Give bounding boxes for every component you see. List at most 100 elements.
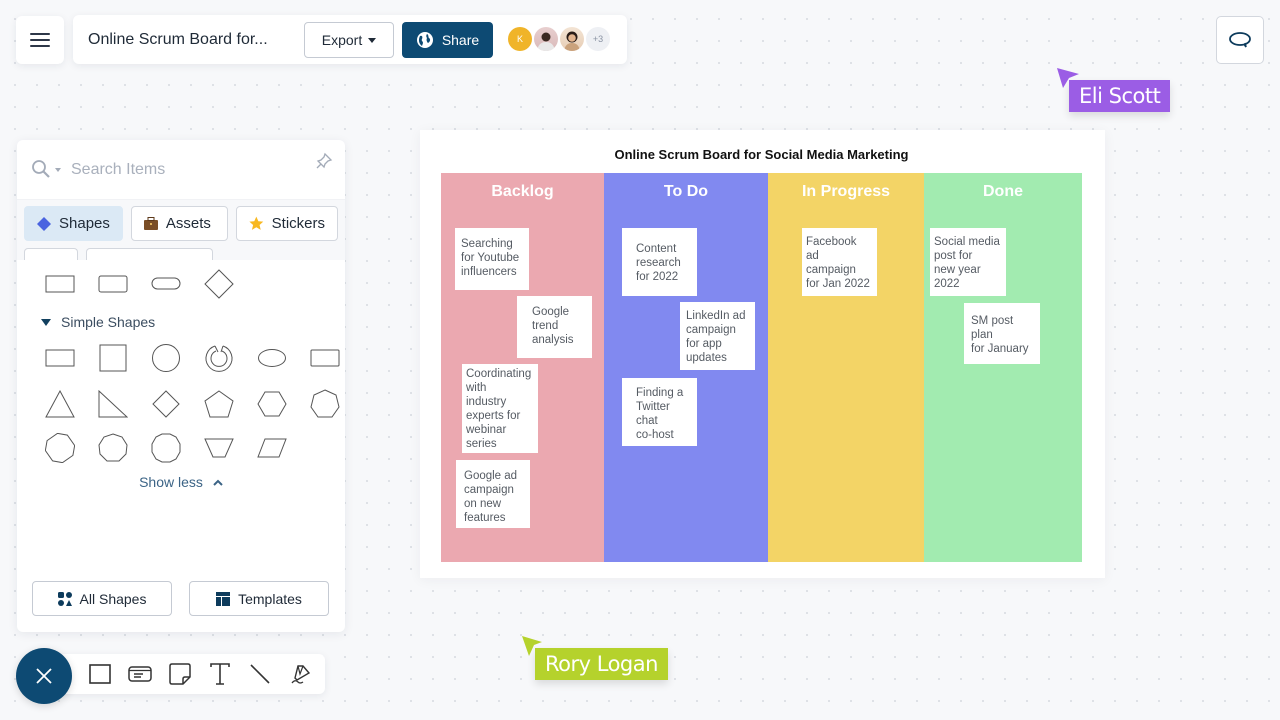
sticky-note[interactable]: Searching for Youtube influencers	[455, 228, 529, 290]
collaborator-cursor-rory-logan: Rory Logan	[520, 634, 668, 680]
avatar[interactable]: K	[508, 27, 532, 51]
shape-circle[interactable]	[139, 342, 192, 374]
sticky-note[interactable]: SM post plan for January	[964, 303, 1040, 364]
column-header: To Do	[663, 183, 709, 200]
sticky-note[interactable]: Facebook ad campaign for Jan 2022	[802, 228, 877, 296]
shapes-library: Simple Shapes Show less	[17, 260, 345, 580]
star-icon	[249, 216, 264, 230]
shape-right-triangle[interactable]	[86, 388, 139, 420]
tab-stickers[interactable]: Stickers	[236, 206, 338, 241]
shape-rounded-rectangle[interactable]	[86, 268, 139, 300]
grid-icon	[57, 591, 72, 606]
tab-assets[interactable]: Assets	[130, 206, 228, 241]
pen-icon	[291, 665, 311, 684]
shape-decagon[interactable]	[139, 432, 192, 464]
simple-shapes-row-3	[33, 432, 298, 464]
rectangle-tool[interactable]	[88, 662, 112, 686]
caret-down-icon	[368, 37, 377, 43]
shape-triangle[interactable]	[33, 388, 86, 420]
text-icon	[210, 663, 230, 685]
collaborator-cursor-eli-scott: Eli Scott	[1055, 66, 1171, 112]
shape-pentagon[interactable]	[192, 388, 245, 420]
shape-trapezoid[interactable]	[192, 432, 245, 464]
sticky-note[interactable]: Coordinating with industry experts for w…	[462, 364, 538, 453]
pin-icon[interactable]	[315, 152, 333, 170]
column-header: Backlog	[491, 183, 554, 200]
cursor-arrow-icon	[522, 636, 542, 656]
tab-label: Shapes	[59, 215, 110, 232]
section-simple-shapes[interactable]: Simple Shapes	[41, 314, 155, 330]
shapes-panel: Shapes Assets Stickers	[17, 140, 345, 632]
person-photo-icon	[537, 32, 555, 51]
avatar[interactable]	[534, 27, 558, 51]
column-in-progress: In Progress Facebook ad campaign for Jan…	[768, 173, 924, 562]
sticky-note[interactable]: Finding a Twitter chat co-host	[622, 378, 697, 446]
tab-shapes[interactable]: Shapes	[24, 206, 123, 241]
simple-shapes-row-2	[33, 388, 351, 420]
tab-label: Assets	[165, 215, 211, 232]
quick-tools-toolbar	[60, 654, 325, 694]
sticky-note-icon	[169, 663, 191, 685]
main-menu-button[interactable]	[16, 16, 64, 64]
sticky-note[interactable]: Google trend analysis	[517, 296, 592, 358]
shape-rectangle[interactable]	[33, 268, 86, 300]
all-shapes-button[interactable]: All Shapes	[32, 581, 172, 616]
search-input[interactable]	[71, 160, 291, 179]
recent-shapes	[33, 268, 245, 300]
panel-footer: All Shapes Templates	[32, 581, 329, 616]
shape-ellipse[interactable]	[245, 342, 298, 374]
template-icon	[216, 591, 231, 606]
sticky-note[interactable]: Google ad campaign on new features	[456, 460, 530, 528]
sticky-note[interactable]: Content research for 2022	[622, 228, 697, 296]
sticky-note[interactable]: Social media post for new year 2022	[930, 228, 1006, 296]
show-less-label: Show less	[139, 474, 203, 490]
collapse-triangle-icon	[41, 318, 51, 326]
rectangle-icon	[89, 664, 111, 684]
shape-rectangle[interactable]	[33, 342, 86, 374]
globe-icon	[416, 32, 433, 48]
share-button[interactable]: Share	[402, 22, 493, 58]
shape-diamond[interactable]	[139, 388, 192, 420]
diamond-icon	[37, 216, 51, 231]
hamburger-icon	[30, 33, 50, 47]
shape-octagon[interactable]	[33, 432, 86, 464]
line-tool[interactable]	[248, 662, 272, 686]
shape-hexagon[interactable]	[245, 388, 298, 420]
shape-nonagon[interactable]	[86, 432, 139, 464]
shape-wide-rectangle[interactable]	[298, 342, 351, 374]
line-icon	[250, 664, 270, 684]
search-bar	[17, 140, 345, 200]
templates-button[interactable]: Templates	[189, 581, 329, 616]
section-title: Simple Shapes	[61, 314, 156, 330]
shape-square[interactable]	[86, 342, 139, 374]
pen-tool[interactable]	[288, 662, 312, 686]
shape-parallelogram[interactable]	[245, 432, 298, 464]
cursor-name-label: Rory Logan	[535, 648, 668, 680]
card-icon	[128, 666, 152, 682]
shape-terminator[interactable]	[139, 268, 192, 300]
show-less-button[interactable]: Show less	[17, 474, 345, 490]
scrum-board[interactable]: Online Scrum Board for Social Media Mark…	[420, 130, 1105, 578]
shape-donut[interactable]	[192, 342, 245, 374]
shape-heptagon[interactable]	[298, 388, 351, 420]
text-tool[interactable]	[208, 662, 232, 686]
shape-decision-diamond[interactable]	[192, 268, 245, 300]
cursor-arrow-icon	[1057, 68, 1079, 88]
export-button[interactable]: Export	[304, 22, 394, 58]
sticky-note-tool[interactable]	[168, 662, 192, 686]
close-toolbar-button[interactable]	[16, 648, 72, 704]
comments-button[interactable]	[1216, 16, 1264, 64]
person-photo-icon	[564, 31, 580, 51]
tab-label: Stickers	[271, 215, 325, 232]
column-done: Done Social media post for new year 2022…	[924, 173, 1082, 562]
briefcase-icon	[143, 217, 158, 230]
search-icon[interactable]	[31, 159, 53, 181]
document-title[interactable]: Online Scrum Board for...	[88, 31, 298, 49]
avatar[interactable]	[560, 27, 584, 51]
more-collaborators-badge[interactable]: +3	[586, 27, 610, 51]
search-scope-caret-icon[interactable]	[55, 167, 61, 172]
card-tool[interactable]	[128, 662, 152, 686]
sticky-note[interactable]: LinkedIn ad campaign for app updates	[680, 302, 755, 370]
collaborator-avatars[interactable]: K +3	[508, 27, 610, 51]
chevron-up-icon	[213, 479, 223, 486]
